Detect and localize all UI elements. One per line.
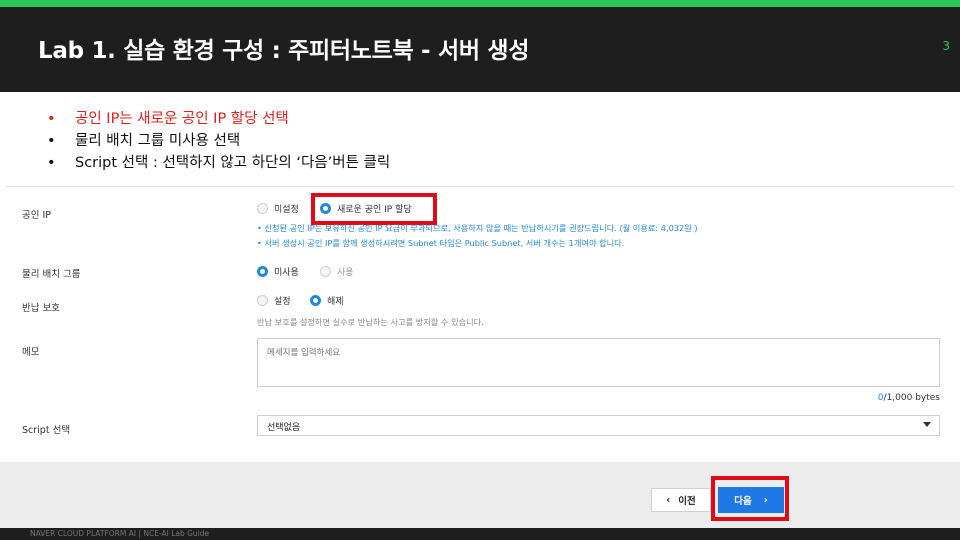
slide-footer-text: NAVER CLOUD PLATFORM AI | NCE-AI Lab Gui… <box>30 529 210 538</box>
slide-footer-bar: NAVER CLOUD PLATFORM AI | NCE-AI Lab Gui… <box>0 528 960 540</box>
script-select-label: Script 선택 <box>22 425 71 436</box>
public-ip-highlight-box <box>311 193 437 225</box>
memo-byte-max: /1,000 bytes <box>883 393 940 403</box>
script-select[interactable]: 선택없음 <box>257 415 940 436</box>
instruction-list: • 공인 IP는 새로운 공인 IP 할당 선택 • 물리 배치 그룹 미사용 … <box>47 108 907 174</box>
memo-byte-counter: 0/1,000 bytes <box>878 393 940 403</box>
radio-label: 설정 <box>274 297 291 307</box>
return-protection-label: 반납 보호 <box>22 303 60 314</box>
radio-label: 사용 <box>337 268 354 278</box>
public-ip-option-none[interactable]: 미설정 <box>257 202 299 215</box>
next-button-highlight-box <box>711 476 789 521</box>
instruction-text: 공인 IP는 새로운 공인 IP 할당 선택 <box>75 111 289 127</box>
placement-group-label: 물리 배치 그룹 <box>22 269 81 280</box>
bullet-marker: • <box>47 133 56 149</box>
radio-off-icon <box>320 266 331 277</box>
memo-label: 메모 <box>22 347 40 358</box>
instruction-item-script: • Script 선택 : 선택하지 않고 하단의 ‘다음’버튼 클릭 <box>47 152 907 174</box>
return-protection-option-off[interactable]: 해제 <box>310 294 344 307</box>
instruction-item-public-ip: • 공인 IP는 새로운 공인 IP 할당 선택 <box>47 108 907 130</box>
placement-group-option-used[interactable]: 사용 <box>320 265 354 278</box>
radio-off-icon <box>257 295 268 306</box>
slide-header: Lab 1. 실습 환경 구성 : 주피터노트북 - 서버 생성 3 <box>0 7 960 92</box>
page-number: 3 <box>942 39 950 53</box>
radio-label: 해제 <box>327 297 344 307</box>
radio-label: 미사용 <box>274 268 299 278</box>
script-select-value: 선택없음 <box>267 423 301 433</box>
prev-button-label: 이전 <box>678 496 696 507</box>
chevron-left-icon: ‹ <box>666 494 671 506</box>
placement-group-option-unused[interactable]: 미사용 <box>257 265 299 278</box>
public-ip-subnet-note: • 서버 생성시 공인 IP를 함께 생성하시려면 Subnet 타입은 Pub… <box>257 238 625 248</box>
dropdown-arrow-icon <box>923 422 931 427</box>
instruction-text: Script 선택 : 선택하지 않고 하단의 ‘다음’버튼 클릭 <box>75 155 391 171</box>
instruction-item-placement: • 물리 배치 그룹 미사용 선택 <box>47 130 907 152</box>
server-settings-form: 공인 IP 미설정 새로운 공인 IP 할당 • 신청된 공인 IP는 보유하신… <box>5 186 955 462</box>
slide-title: Lab 1. 실습 환경 구성 : 주피터노트북 - 서버 생성 <box>38 38 530 64</box>
bullet-marker: • <box>47 111 56 127</box>
return-protection-help: 반납 보호를 설정하면 실수로 반납하는 사고를 방지할 수 있습니다. <box>257 317 484 327</box>
public-ip-fee-note: • 신청된 공인 IP는 보유하신 공인 IP 요금이 부과되므로, 사용하지 … <box>257 223 698 233</box>
radio-label: 미설정 <box>274 205 299 215</box>
return-protection-option-on[interactable]: 설정 <box>257 294 291 307</box>
instruction-text: 물리 배치 그룹 미사용 선택 <box>75 133 241 149</box>
bullet-marker: • <box>47 155 56 171</box>
prev-button[interactable]: ‹ 이전 <box>651 488 711 512</box>
top-accent-bar <box>0 0 960 7</box>
radio-off-icon <box>257 203 268 214</box>
public-ip-label: 공인 IP <box>22 210 52 221</box>
radio-on-icon <box>257 266 268 277</box>
action-area <box>0 462 960 528</box>
radio-on-icon <box>310 295 321 306</box>
memo-textarea[interactable] <box>257 338 940 387</box>
